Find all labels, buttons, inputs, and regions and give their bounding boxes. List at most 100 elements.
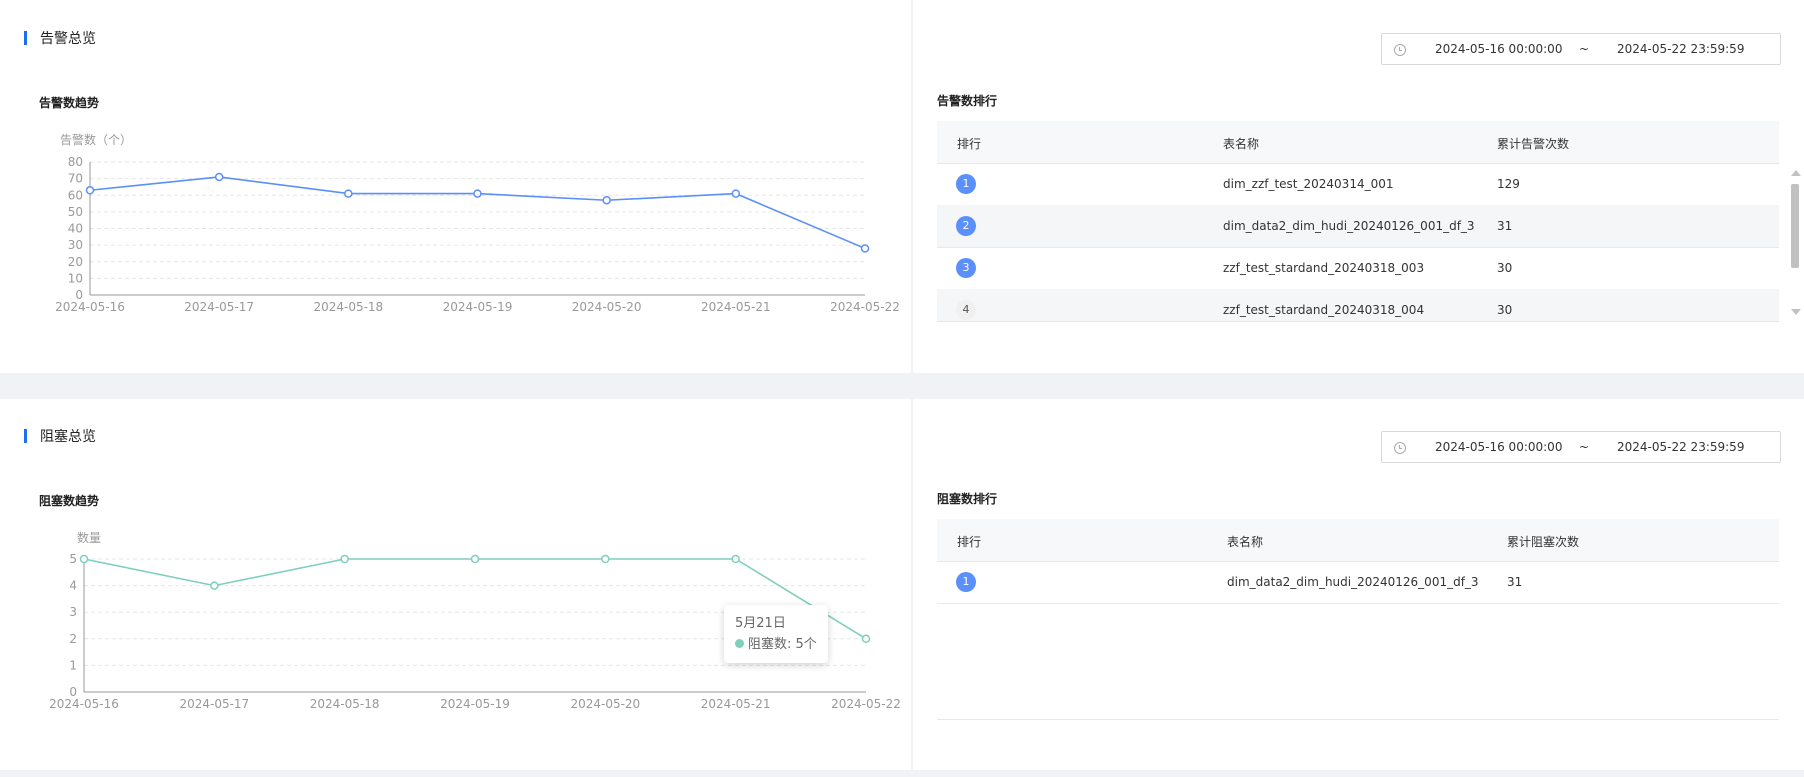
table-row[interactable]: 1 dim_data2_dim_hudi_20240126_001_df_3 3… (937, 561, 1779, 604)
rank-badge: 3 (956, 258, 976, 278)
x-tick-label: 2024-05-22 (830, 300, 900, 314)
block-trend-panel: 阻塞总览 阻塞数趋势 数量 0 1 2 3 4 5 2024-05-16 2024-05-17 2… (0, 399, 911, 770)
clock-icon (1394, 442, 1406, 454)
chart-tooltip: 5月21日 阻塞数: 5个 (724, 605, 828, 663)
alarm-trend-panel: 告警总览 告警数趋势 告警数（个） 0 10 20 30 40 50 60 70 80 2024-0… (0, 0, 911, 373)
data-point (731, 189, 741, 198)
block-trend-chart: 数量0123452024-05-16 2024-05-17 2024-05-18 20… (49, 530, 901, 711)
y-tick-label: 50 (68, 205, 83, 219)
row-table-name: zzf_test_stardand_20240318_004 (1223, 303, 1425, 317)
y-tick-label: 80 (68, 155, 83, 169)
y-tick-label: 70 (68, 172, 83, 186)
y-axis-label: 告警数（个） (60, 132, 132, 147)
tooltip-date: 5月21日 (735, 616, 786, 631)
alarm-rank-table: 排行 表名称 累计告警次数 1 dim_zzf_test_20240314_00… (937, 121, 1801, 322)
tooltip-value: 阻塞数: 5个 (748, 637, 817, 652)
data-point (85, 186, 95, 195)
table-scrollbar[interactable] (1791, 170, 1801, 315)
table-header: 排行 表名称 累计告警次数 (937, 121, 1779, 164)
header-table-name: 表名称 (1223, 137, 1260, 151)
x-tick-label: 2024-05-22 (831, 697, 901, 711)
x-tick-label: 2024-05-16 (55, 300, 125, 314)
alarm-rank-panel: 2024-05-16 00:00:00 ~ 2024-05-22 23:59:5… (913, 0, 1804, 373)
row-table-name: zzf_test_stardand_20240318_003 (1223, 261, 1425, 275)
series-dot-icon (735, 639, 744, 648)
block-date-separator: ~ (1579, 440, 1590, 454)
row-count: 129 (1497, 177, 1520, 191)
y-tick-label: 30 (68, 238, 83, 252)
data-point (860, 244, 870, 253)
alarm-date-separator: ~ (1579, 42, 1590, 56)
alarm-date-start[interactable]: 2024-05-16 00:00:00 (1435, 42, 1562, 56)
header-table-name: 表名称 (1227, 535, 1264, 549)
data-point (861, 634, 871, 644)
block-rank-panel: 2024-05-16 00:00:00 ~ 2024-05-22 23:59:5… (913, 399, 1804, 770)
row-count: 30 (1497, 303, 1513, 317)
header-count: 累计告警次数 (1497, 137, 1570, 151)
block-date-end[interactable]: 2024-05-22 23:59:59 (1617, 440, 1744, 454)
row-table-name: dim_data2_dim_hudi_20240126_001_df_3 (1227, 575, 1479, 589)
rank-badge: 1 (956, 174, 976, 194)
x-tick-label: 2024-05-19 (440, 697, 510, 711)
x-tick-label: 2024-05-20 (572, 300, 642, 314)
x-tick-label: 2024-05-21 (701, 300, 771, 314)
tooltip-row: 阻塞数: 5个 (735, 634, 817, 655)
x-tick-label: 2024-05-18 (313, 300, 383, 314)
data-point (731, 554, 740, 564)
x-tick-label: 2024-05-18 (310, 697, 380, 711)
y-tick-label: 60 (68, 188, 83, 202)
y-axis-label: 数量 (77, 530, 101, 545)
data-point (601, 554, 610, 564)
alarm-trend-chart: 告警数（个）010203040506070802024-05-16 2024-05… (55, 132, 900, 314)
data-point (344, 189, 353, 198)
rank-badge: 1 (956, 572, 976, 592)
x-tick-label: 2024-05-19 (443, 300, 513, 314)
row-count: 31 (1497, 219, 1513, 233)
y-tick-label: 1 (69, 658, 77, 672)
block-rank-title: 阻塞数排行 (937, 492, 998, 506)
row-table-name: dim_data2_dim_hudi_20240126_001_df_3 (1223, 219, 1475, 233)
x-tick-label: 2024-05-20 (570, 697, 640, 711)
x-tick-label: 2024-05-16 (49, 697, 119, 711)
table-row[interactable]: 1 dim_zzf_test_20240314_001 129 (937, 163, 1779, 206)
data-point (214, 172, 224, 182)
alarm-date-end[interactable]: 2024-05-22 23:59:59 (1617, 42, 1744, 56)
y-tick-label: 4 (69, 579, 77, 593)
table-header: 排行 表名称 累计阻塞次数 (937, 519, 1779, 562)
header-rank: 排行 (957, 137, 982, 151)
y-tick-label: 40 (68, 222, 83, 236)
table-row[interactable]: 3 zzf_test_stardand_20240318_003 30 (937, 247, 1779, 290)
rank-badge: 4 (956, 300, 976, 320)
y-tick-label: 10 (68, 271, 83, 285)
table-row[interactable]: 2 dim_data2_dim_hudi_20240126_001_df_3 3… (937, 205, 1779, 248)
y-tick-label: 5 (69, 552, 77, 566)
data-point (473, 189, 482, 198)
data-point (79, 554, 89, 564)
x-tick-label: 2024-05-21 (701, 697, 771, 711)
block-date-start[interactable]: 2024-05-16 00:00:00 (1435, 440, 1562, 454)
scroll-down-icon[interactable] (1791, 309, 1801, 315)
data-point (470, 554, 480, 564)
row-count: 31 (1507, 575, 1523, 589)
block-date-range-picker[interactable]: 2024-05-16 00:00:00 ~ 2024-05-22 23:59:5… (1381, 431, 1781, 463)
scroll-thumb[interactable] (1791, 184, 1799, 268)
row-table-name: dim_zzf_test_20240314_001 (1223, 177, 1394, 191)
scroll-up-icon[interactable] (1791, 170, 1801, 176)
alarm-rank-title: 告警数排行 (937, 94, 998, 108)
data-point (210, 581, 219, 590)
series-line (89, 176, 866, 250)
table-row[interactable]: 4 zzf_test_stardand_20240318_004 30 (937, 289, 1779, 322)
y-tick-label: 2 (69, 632, 77, 646)
data-point (602, 195, 611, 205)
x-tick-label: 2024-05-17 (184, 300, 254, 314)
header-count: 累计阻塞次数 (1507, 535, 1580, 549)
row-count: 30 (1497, 261, 1513, 275)
y-tick-label: 3 (69, 605, 77, 619)
x-tick-label: 2024-05-17 (179, 697, 249, 711)
rank-badge: 2 (956, 216, 976, 236)
clock-icon (1394, 44, 1406, 56)
block-rank-table: 排行 表名称 累计阻塞次数 1 dim_data2_dim_hudi_20240… (937, 519, 1779, 720)
header-rank: 排行 (957, 535, 982, 549)
alarm-date-range-picker[interactable]: 2024-05-16 00:00:00 ~ 2024-05-22 23:59:5… (1381, 33, 1781, 65)
data-point (340, 554, 349, 564)
